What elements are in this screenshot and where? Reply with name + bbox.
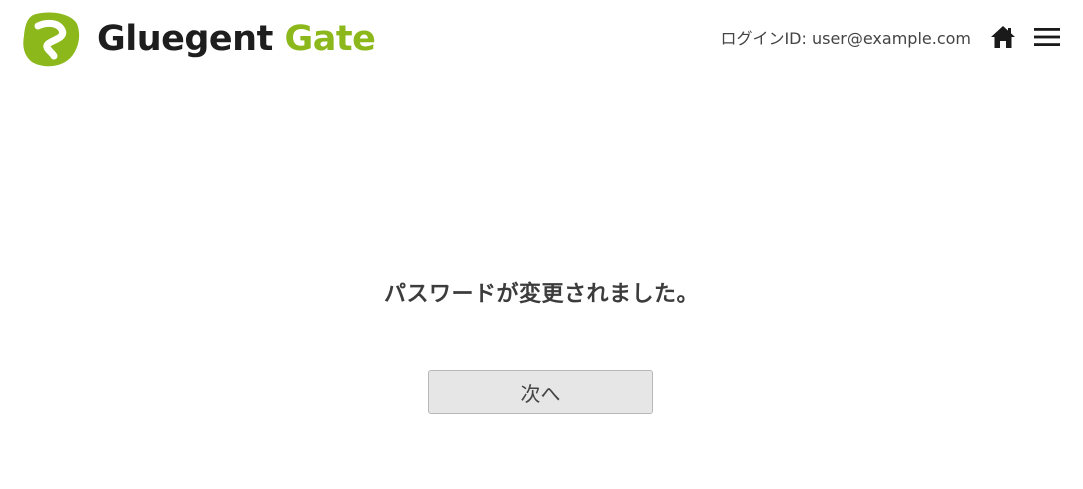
logo-text: Gluegent Gate xyxy=(97,9,376,69)
gluegent-logo-icon xyxy=(23,12,80,67)
hamburger-menu-icon[interactable] xyxy=(1033,23,1061,51)
login-id-label: ログインID: user@example.com xyxy=(720,29,971,48)
next-button[interactable]: 次へ xyxy=(428,370,653,414)
logo-word-gluegent: Gluegent xyxy=(97,19,273,59)
home-icon[interactable] xyxy=(989,23,1017,51)
header-actions: ログインID: user@example.com xyxy=(720,20,1061,54)
password-changed-message: パスワードが変更されました。 xyxy=(383,282,699,307)
logo-word-gate: Gate xyxy=(284,19,376,59)
header: Gluegent Gate ログインID: user@example.com xyxy=(0,0,1083,80)
logo[interactable]: Gluegent Gate xyxy=(22,9,376,69)
